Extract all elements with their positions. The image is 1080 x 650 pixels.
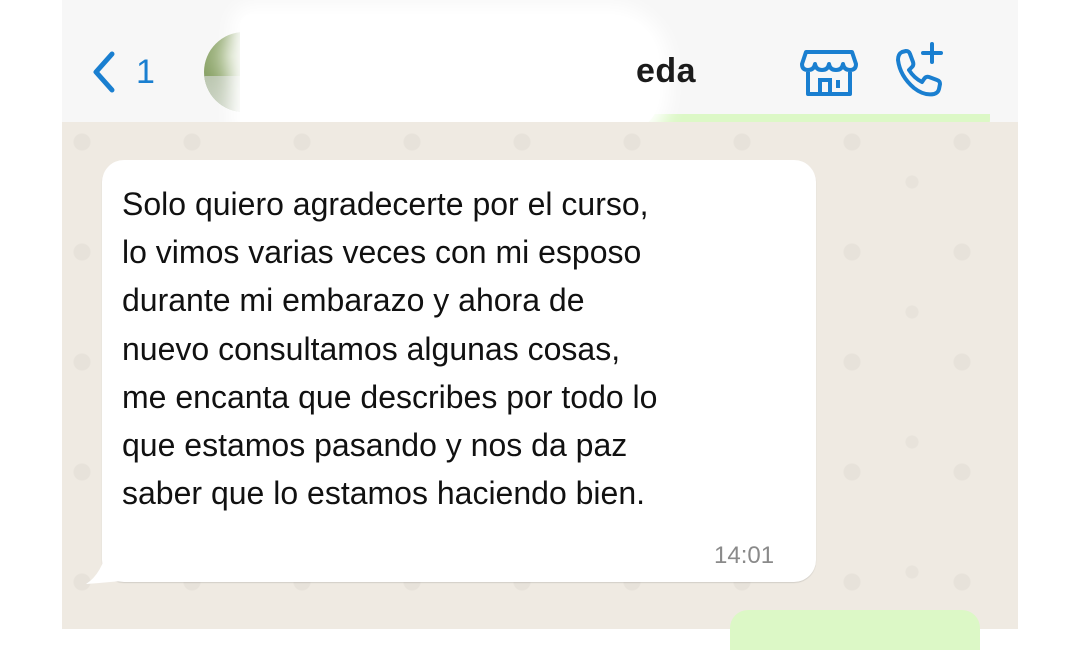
outgoing-bubble-partial-bottom	[730, 610, 980, 650]
store-icon	[800, 50, 858, 96]
message-time: 14:01	[714, 542, 775, 569]
contact-name[interactable]: eda	[636, 52, 696, 91]
call-button[interactable]	[892, 40, 948, 98]
bubble-tail	[86, 546, 130, 584]
back-button[interactable]: 1	[90, 48, 170, 96]
chat-area[interactable]: Solo quiero agradecerte por el curso, lo…	[62, 122, 1018, 629]
phone-plus-icon	[896, 42, 943, 97]
chevron-left-icon	[93, 51, 115, 93]
unread-count: 1	[136, 52, 155, 91]
store-button[interactable]	[800, 48, 858, 98]
name-redaction	[240, 14, 660, 134]
chat-screen: 1 eda Solo quiero agradecerte por el cur…	[0, 0, 1080, 650]
message-text: Solo quiero agradecerte por el curso, lo…	[122, 186, 658, 512]
